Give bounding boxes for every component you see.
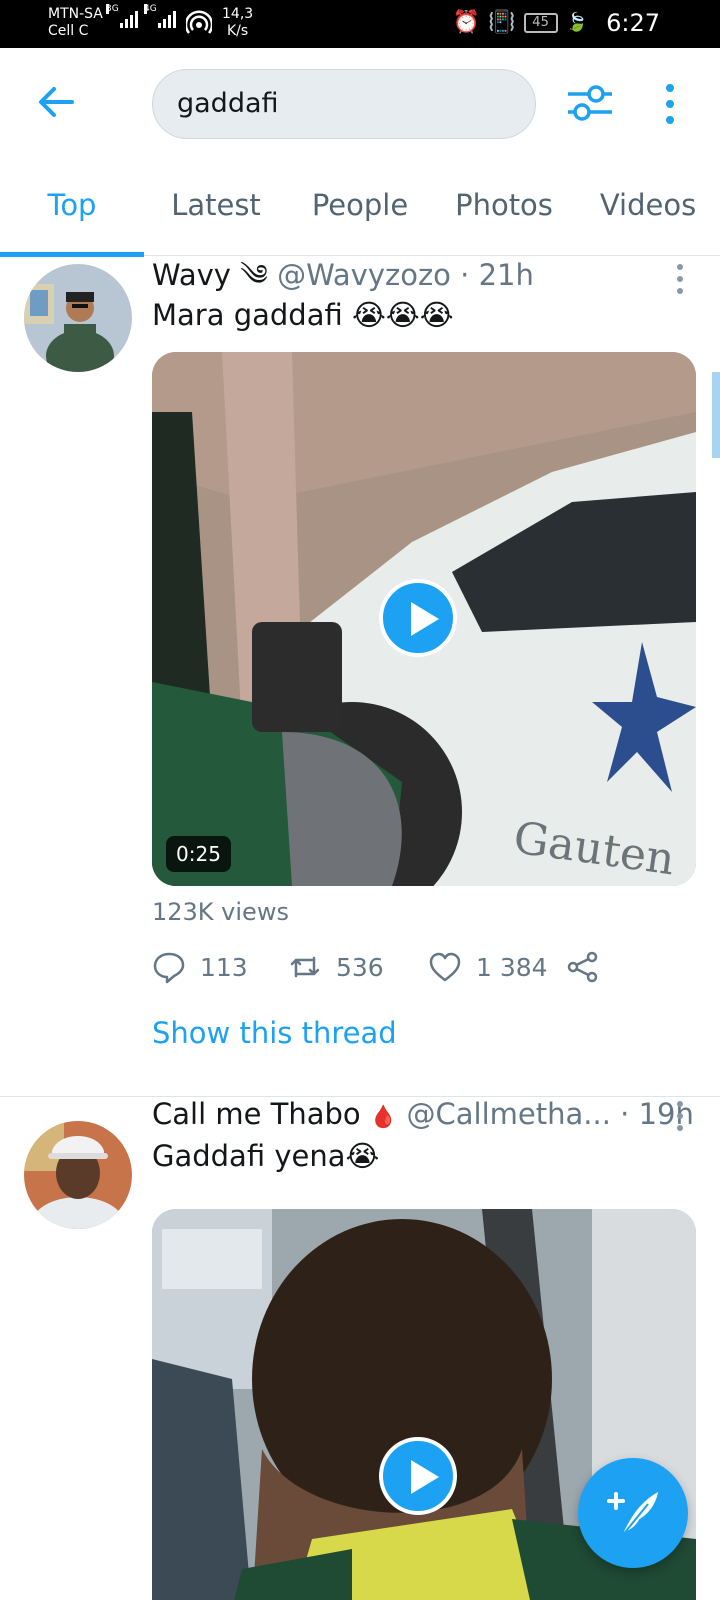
tweet-header: Call me Thabo 🩸 @Callmetha... · 19h	[152, 1097, 694, 1135]
status-right-icons: ⏰ 📳 45 🍃	[453, 10, 588, 35]
avatar[interactable]	[24, 1121, 132, 1229]
tab-top[interactable]: Top	[0, 158, 144, 257]
tab-videos[interactable]: Videos	[576, 158, 720, 256]
carrier-info: MTN-SA Cell C	[48, 6, 103, 40]
reply-icon	[153, 952, 185, 984]
tab-latest[interactable]: Latest	[144, 158, 288, 256]
share-button[interactable]	[566, 950, 600, 984]
signal-icons: 3G 4G	[106, 4, 176, 28]
name-emoji: ༄	[240, 258, 268, 292]
display-name[interactable]: Wavy	[152, 258, 231, 292]
battery-icon: 45	[523, 12, 558, 33]
user-handle: @Callmetha...	[406, 1097, 611, 1131]
tweet-actions: 113 536 1 384	[152, 950, 622, 990]
avatar[interactable]	[24, 264, 132, 372]
reply-count: 113	[200, 952, 248, 982]
video-duration: 0:25	[166, 836, 231, 872]
play-icon[interactable]	[379, 579, 457, 657]
carrier-1: MTN-SA	[48, 6, 103, 22]
play-icon[interactable]	[379, 1437, 457, 1515]
retweet-count: 536	[336, 952, 384, 982]
alarm-icon: ⏰	[452, 10, 481, 35]
show-thread-link[interactable]: Show this thread	[152, 1016, 397, 1050]
name-emoji: 🩸	[369, 1105, 398, 1130]
sliders-icon[interactable]	[566, 82, 614, 124]
status-bar: MTN-SA Cell C 3G 4G 14,3 K/s ⏰ 📳 45 🍃 6:…	[0, 0, 720, 48]
retweet-icon	[290, 956, 320, 978]
tab-photos[interactable]: Photos	[432, 158, 576, 256]
carrier-2: Cell C	[48, 23, 89, 39]
retweet-button[interactable]: 536	[288, 950, 384, 984]
share-icon	[567, 951, 598, 983]
tweet-text: Mara gaddafi 😭😭😭	[152, 298, 454, 332]
like-button[interactable]: 1 384	[428, 950, 548, 984]
display-name[interactable]: Call me Thabo	[152, 1097, 361, 1131]
reply-button[interactable]: 113	[152, 950, 248, 984]
view-count: 123K views	[152, 898, 289, 926]
network-speed: 14,3 K/s	[222, 6, 254, 39]
user-handle: @Wavyzozo	[277, 258, 451, 292]
clock: 6:27	[606, 9, 660, 37]
search-input[interactable]: gaddafi	[152, 69, 536, 139]
scrollbar[interactable]	[712, 372, 720, 458]
tweet-time: · 21h	[460, 258, 534, 292]
search-tabs: Top Latest People Photos Videos	[0, 158, 720, 257]
more-vertical-icon[interactable]	[676, 1101, 684, 1131]
video-thumbnail[interactable]: Gauten 0:25	[152, 352, 696, 886]
tweet[interactable]: Wavy ༄ @Wavyzozo · 21h Mara gaddafi 😭😭😭 …	[0, 256, 720, 1096]
compose-tweet-button[interactable]	[578, 1458, 688, 1568]
vibrate-icon: 📳	[488, 10, 516, 35]
tab-people[interactable]: People	[288, 158, 432, 256]
hotspot-icon	[186, 10, 212, 34]
arrow-left-icon[interactable]	[34, 80, 78, 124]
search-header: gaddafi	[0, 48, 720, 158]
more-vertical-icon[interactable]	[676, 264, 684, 294]
compose-tweet-icon	[607, 1492, 658, 1537]
signal-4g-icon: 4G	[144, 4, 176, 28]
like-count: 1 384	[476, 952, 548, 982]
more-vertical-icon[interactable]	[660, 82, 680, 126]
tweet-text: Gaddafi yena😭	[152, 1139, 380, 1173]
heart-icon	[429, 952, 461, 982]
signal-3g-icon: 3G	[106, 4, 138, 28]
leaf-icon: 🍃	[565, 12, 588, 33]
tweet-header: Wavy ༄ @Wavyzozo · 21h	[152, 258, 534, 292]
